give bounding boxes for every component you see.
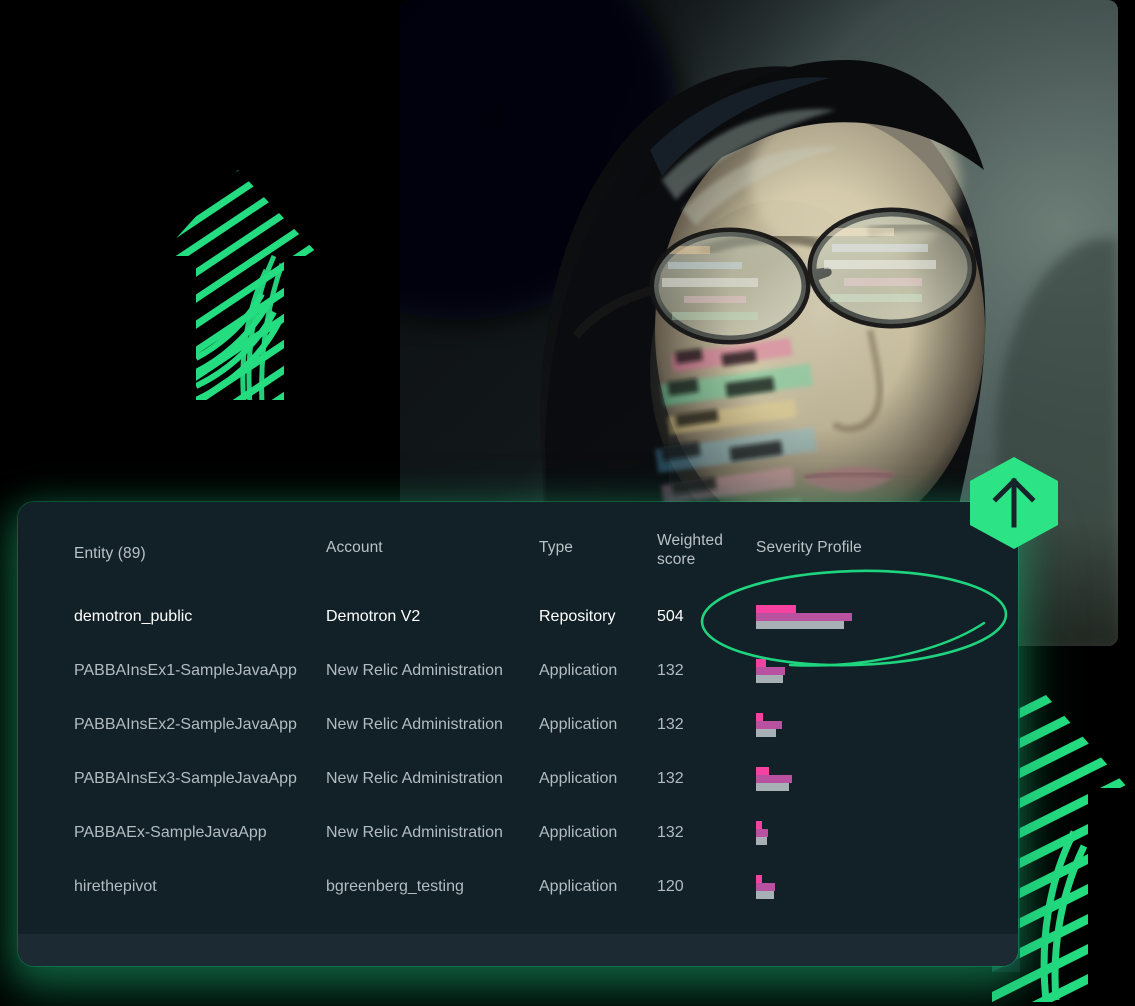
severity-profile-bars [756,590,1006,644]
severity-bar-critical[interactable] [756,875,762,883]
severity-bar-high[interactable] [756,883,775,891]
cell-type: Application [539,770,618,787]
severity-bar-medium[interactable] [756,729,776,737]
severity-profile-bars [756,644,1006,698]
severity-bar-critical[interactable] [756,767,769,775]
cell-type: Repository [539,608,616,625]
column-header-type[interactable]: Type [539,538,573,557]
table-row[interactable]: hirethepivot bgreenberg_testing Applicatio… [18,860,1018,914]
cell-account: bgreenberg_testing [326,878,464,895]
severity-profile-bars [756,860,1006,914]
cell-entity: hirethepivot [74,878,157,895]
entity-table-card: Entity (89) Account Type Weighted score … [18,502,1018,966]
cell-weighted-score: 504 [657,608,684,625]
column-header-weighted-score[interactable]: Weighted score [657,531,731,569]
table-card-footer [18,934,1018,966]
cell-account: New Relic Administration [326,716,503,733]
table-header-row: Entity (89) Account Type Weighted score … [18,502,1018,568]
table-row[interactable]: PABBAInsEx1-SampleJavaApp New Relic Admin… [18,644,1018,698]
cell-weighted-score: 132 [657,770,684,787]
severity-bar-medium[interactable] [756,837,767,845]
cell-type: Application [539,716,618,733]
severity-bar-high[interactable] [756,775,792,783]
cell-entity: PABBAInsEx2-SampleJavaApp [74,716,297,733]
column-header-account[interactable]: Account [326,538,383,557]
severity-bar-critical[interactable] [756,821,762,829]
cell-weighted-score: 132 [657,824,684,841]
column-header-entity[interactable]: Entity (89) [74,544,146,563]
cell-type: Application [539,662,618,679]
cell-account: New Relic Administration [326,770,503,787]
cell-account: Demotron V2 [326,608,421,625]
severity-bar-high[interactable] [756,613,853,621]
page-stage: Entity (89) Account Type Weighted score … [0,0,1135,1006]
severity-profile-bars [756,806,1006,860]
severity-bar-medium[interactable] [756,891,775,899]
cell-type: Application [539,878,618,895]
cell-weighted-score: 132 [657,716,684,733]
severity-bar-high[interactable] [756,667,785,675]
severity-bar-high[interactable] [756,721,782,729]
column-header-severity-profile[interactable]: Severity Profile [756,538,862,557]
severity-profile-bars [756,752,1006,806]
severity-bar-medium[interactable] [756,783,790,791]
cell-account: New Relic Administration [326,824,503,841]
cell-entity: PABBAInsEx1-SampleJavaApp [74,662,297,679]
severity-bar-medium[interactable] [756,621,845,629]
severity-profile-bars [756,698,1006,752]
arrow-up-hex-badge[interactable] [966,455,1062,551]
cell-account: New Relic Administration [326,662,503,679]
cell-entity: demotron_public [74,608,193,625]
severity-bar-critical[interactable] [756,605,797,613]
table-row[interactable]: PABBAInsEx3-SampleJavaApp New Relic Admin… [18,752,1018,806]
arrow-up-icon [970,457,1058,549]
table-row[interactable]: PABBAInsEx2-SampleJavaApp New Relic Admin… [18,698,1018,752]
cell-entity: PABBAInsEx3-SampleJavaApp [74,770,297,787]
sketch-arrow-up-icon [150,160,330,410]
table-row[interactable]: PABBAEx-SampleJavaApp New Relic Administr… [18,806,1018,860]
cell-type: Application [539,824,618,841]
severity-bar-high[interactable] [756,829,768,837]
entity-table: Entity (89) Account Type Weighted score … [18,502,1018,934]
cell-weighted-score: 132 [657,662,684,679]
table-row[interactable]: demotron_public Demotron V2 Repository 504 [18,590,1018,644]
severity-bar-critical[interactable] [756,659,767,667]
severity-bar-critical[interactable] [756,713,764,721]
cell-weighted-score: 120 [657,878,684,895]
severity-bar-medium[interactable] [756,675,784,683]
cell-entity: PABBAEx-SampleJavaApp [74,824,267,841]
